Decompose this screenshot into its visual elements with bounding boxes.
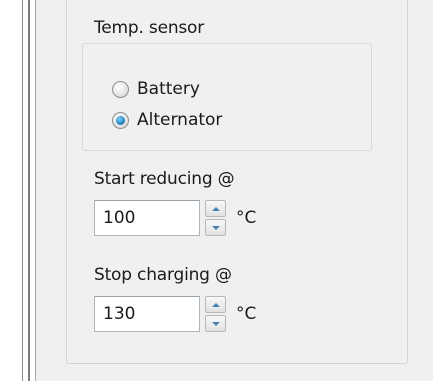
- spin-up-button[interactable]: [205, 200, 226, 217]
- start-reducing-spinner[interactable]: [205, 200, 226, 236]
- stop-charging-label: Stop charging @: [94, 265, 232, 285]
- arrow-up-icon: [211, 302, 220, 307]
- spin-down-button[interactable]: [205, 315, 226, 332]
- window-edge-line: [22, 0, 23, 381]
- spin-up-button[interactable]: [205, 296, 226, 313]
- arrow-down-icon: [211, 225, 220, 230]
- spin-down-button[interactable]: [205, 219, 226, 236]
- window-edge-line: [28, 0, 30, 381]
- start-reducing-label: Start reducing @: [94, 169, 235, 189]
- start-reducing-input[interactable]: [94, 200, 200, 236]
- stop-charging-spinner[interactable]: [205, 296, 226, 332]
- radio-alternator[interactable]: Alternator: [112, 110, 222, 130]
- radio-battery-label: Battery: [137, 79, 200, 99]
- stop-charging-input[interactable]: [94, 296, 200, 332]
- temp-sensor-title: Temp. sensor: [94, 18, 205, 38]
- radio-button-unchecked[interactable]: [112, 80, 129, 98]
- radio-alternator-label: Alternator: [137, 110, 223, 130]
- start-reducing-unit: °C: [236, 208, 257, 228]
- arrow-down-icon: [211, 321, 220, 326]
- radio-battery[interactable]: Battery: [112, 79, 200, 99]
- stop-charging-unit: °C: [236, 304, 257, 324]
- settings-panel: Temp. sensor Battery Alternator Start re…: [36, 0, 433, 381]
- radio-button-checked[interactable]: [112, 111, 129, 129]
- arrow-up-icon: [211, 206, 220, 211]
